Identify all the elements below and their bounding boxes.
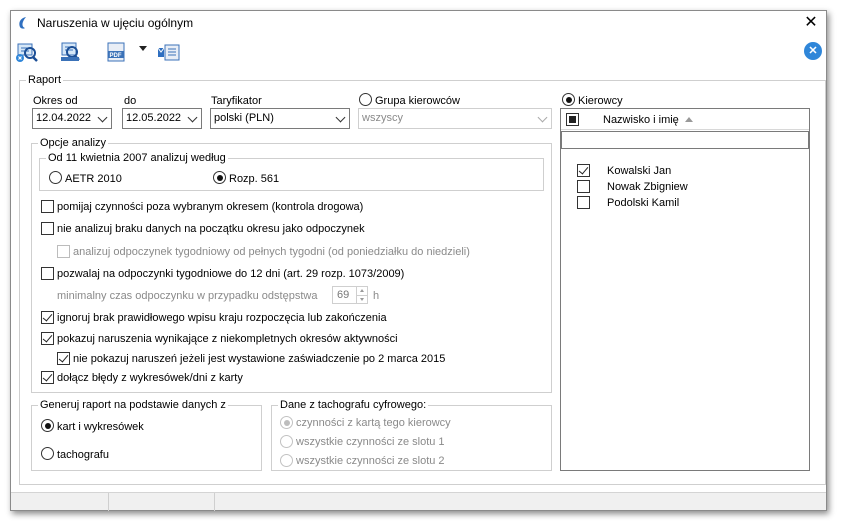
okres-od-value: 12.04.2022 bbox=[36, 112, 92, 124]
report-window: Naruszenia w ujęciu ogólnym ✕ PDF ✕ Rapo… bbox=[10, 10, 827, 511]
aetr-2010-radio[interactable] bbox=[49, 171, 62, 184]
driver-checkbox[interactable] bbox=[577, 164, 590, 177]
drivers-filter-row[interactable] bbox=[561, 131, 809, 149]
min-rest-unit: h bbox=[373, 290, 380, 302]
dane-tachografu-label: Dane z tachografu cyfrowego: bbox=[278, 398, 429, 412]
kierowcy-label: Kierowcy bbox=[578, 95, 623, 107]
analizuj-tygodniowy-label: analizuj odpoczynek tygodniowy od pełnyc… bbox=[73, 246, 470, 258]
ignoruj-brak-wpisu-label: ignoruj brak prawidłowego wpisu kraju ro… bbox=[57, 312, 387, 324]
pomijaj-czynnosci-label: pomijaj czynności poza wybranym okresem … bbox=[57, 201, 364, 213]
drivers-grid: Nazwisko i imię Kowalski Jan Nowak Zbign… bbox=[560, 108, 810, 471]
drivers-grid-header: Nazwisko i imię bbox=[561, 109, 809, 130]
chevron-down-icon bbox=[335, 112, 346, 123]
ignoruj-brak-wpisu-checkbox[interactable] bbox=[41, 311, 54, 324]
nie-pokazuj-naruszen-checkbox[interactable] bbox=[57, 352, 70, 365]
tachografu-label: tachografu bbox=[57, 449, 109, 461]
stepper-up-icon[interactable] bbox=[356, 287, 367, 295]
app-logo-icon bbox=[19, 17, 26, 29]
okres-od-label: Okres od bbox=[33, 95, 78, 107]
kart-wykresowek-label: kart i wykresówek bbox=[57, 421, 144, 433]
min-rest-stepper[interactable]: 69 bbox=[332, 286, 368, 304]
grupa-kierowcow-label: Grupa kierowców bbox=[375, 95, 460, 107]
pokazuj-naruszenia-label: pokazuj naruszenia wynikające z niekompl… bbox=[57, 333, 398, 345]
stepper-down-icon[interactable] bbox=[356, 295, 367, 303]
nie-pokazuj-naruszen-label: nie pokazuj naruszeń jeżeli jest wystawi… bbox=[73, 353, 446, 365]
nie-analizuj-braku-label: nie analizuj braku danych na początku ok… bbox=[57, 223, 365, 235]
chevron-down-icon bbox=[537, 112, 548, 123]
driver-checkbox[interactable] bbox=[577, 196, 590, 209]
pdf-export-icon[interactable]: PDF bbox=[105, 41, 129, 63]
toolbar: PDF ✕ bbox=[11, 38, 826, 66]
min-rest-value: 69 bbox=[337, 289, 350, 301]
window-close-button[interactable]: ✕ bbox=[800, 13, 822, 33]
driver-checkbox[interactable] bbox=[577, 180, 590, 193]
pozwalaj-odpoczynki-checkbox[interactable] bbox=[41, 267, 54, 280]
pozwalaj-odpoczynki-label: pozwalaj na odpoczynki tygodniowe do 12 … bbox=[57, 268, 405, 280]
slot-1-radio[interactable] bbox=[280, 435, 293, 448]
do-value: 12.05.2022 bbox=[126, 112, 182, 124]
okres-od-date-picker[interactable]: 12.04.2022 bbox=[32, 108, 112, 129]
min-rest-label: minimalny czas odpoczynku w przypadku od… bbox=[57, 290, 318, 302]
kart-wykresowek-radio[interactable] bbox=[41, 419, 54, 432]
generuj-raport-label: Generuj raport na podstawie danych z bbox=[38, 398, 228, 412]
window-title: Naruszenia w ujęciu ogólnym bbox=[37, 16, 194, 30]
column-nazwisko-header[interactable]: Nazwisko i imię bbox=[603, 113, 679, 127]
search-delete-icon[interactable] bbox=[15, 41, 39, 63]
status-bar bbox=[11, 492, 826, 511]
rozp-561-radio[interactable] bbox=[213, 171, 226, 184]
chevron-down-icon bbox=[187, 112, 198, 123]
svg-text:PDF: PDF bbox=[110, 53, 122, 59]
taryfikator-select[interactable]: polski (PLN) bbox=[210, 108, 350, 129]
aetr-2010-label: AETR 2010 bbox=[65, 173, 122, 185]
search-print-icon[interactable] bbox=[59, 41, 83, 63]
do-label: do bbox=[124, 95, 137, 107]
grupa-kierowcow-radio[interactable] bbox=[359, 93, 372, 106]
czynnosci-karta-label: czynności z kartą tego kierowcy bbox=[296, 417, 451, 429]
opcje-analizy-label: Opcje analizy bbox=[38, 136, 109, 150]
dolacz-bledy-checkbox[interactable] bbox=[41, 371, 54, 384]
toolbar-close-icon[interactable]: ✕ bbox=[804, 42, 822, 60]
driver-name: Nowak Zbigniew bbox=[607, 181, 688, 193]
driver-name: Kowalski Jan bbox=[607, 165, 672, 177]
nie-analizuj-braku-checkbox[interactable] bbox=[41, 222, 54, 235]
slot-1-label: wszystkie czynności ze slotu 1 bbox=[296, 436, 445, 448]
sort-ascending-icon bbox=[685, 117, 693, 122]
taryfikator-label: Taryfikator bbox=[211, 95, 262, 107]
status-segment bbox=[109, 493, 215, 511]
taryfikator-value: polski (PLN) bbox=[214, 112, 274, 124]
email-send-icon[interactable] bbox=[157, 41, 181, 63]
grupa-kierowcow-select[interactable]: wszyscy bbox=[358, 108, 552, 129]
kierowcy-radio[interactable] bbox=[562, 93, 575, 106]
analizuj-wedlug-label: Od 11 kwietnia 2007 analizuj według bbox=[46, 151, 228, 165]
do-date-picker[interactable]: 12.05.2022 bbox=[122, 108, 202, 129]
title-bar: Naruszenia w ujęciu ogólnym ✕ bbox=[11, 11, 826, 37]
raport-group-label: Raport bbox=[26, 73, 64, 87]
driver-name: Podolski Kamil bbox=[607, 197, 680, 209]
pdf-dropdown-arrow[interactable] bbox=[139, 46, 147, 51]
grupa-kierowcow-value: wszyscy bbox=[362, 112, 403, 124]
pomijaj-czynnosci-checkbox[interactable] bbox=[41, 200, 54, 213]
analizuj-tygodniowy-checkbox[interactable] bbox=[57, 245, 70, 258]
tachografu-radio[interactable] bbox=[41, 447, 54, 460]
slot-2-radio[interactable] bbox=[280, 454, 293, 467]
slot-2-label: wszystkie czynności ze slotu 2 bbox=[296, 455, 445, 467]
rozp-561-label: Rozp. 561 bbox=[229, 173, 280, 185]
dolacz-bledy-label: dołącz błędy z wykresówek/dni z karty bbox=[57, 372, 243, 384]
pokazuj-naruszenia-checkbox[interactable] bbox=[41, 332, 54, 345]
czynnosci-karta-radio[interactable] bbox=[280, 416, 293, 429]
select-all-checkbox[interactable] bbox=[566, 113, 579, 126]
chevron-down-icon bbox=[97, 112, 108, 123]
status-segment bbox=[11, 493, 109, 511]
